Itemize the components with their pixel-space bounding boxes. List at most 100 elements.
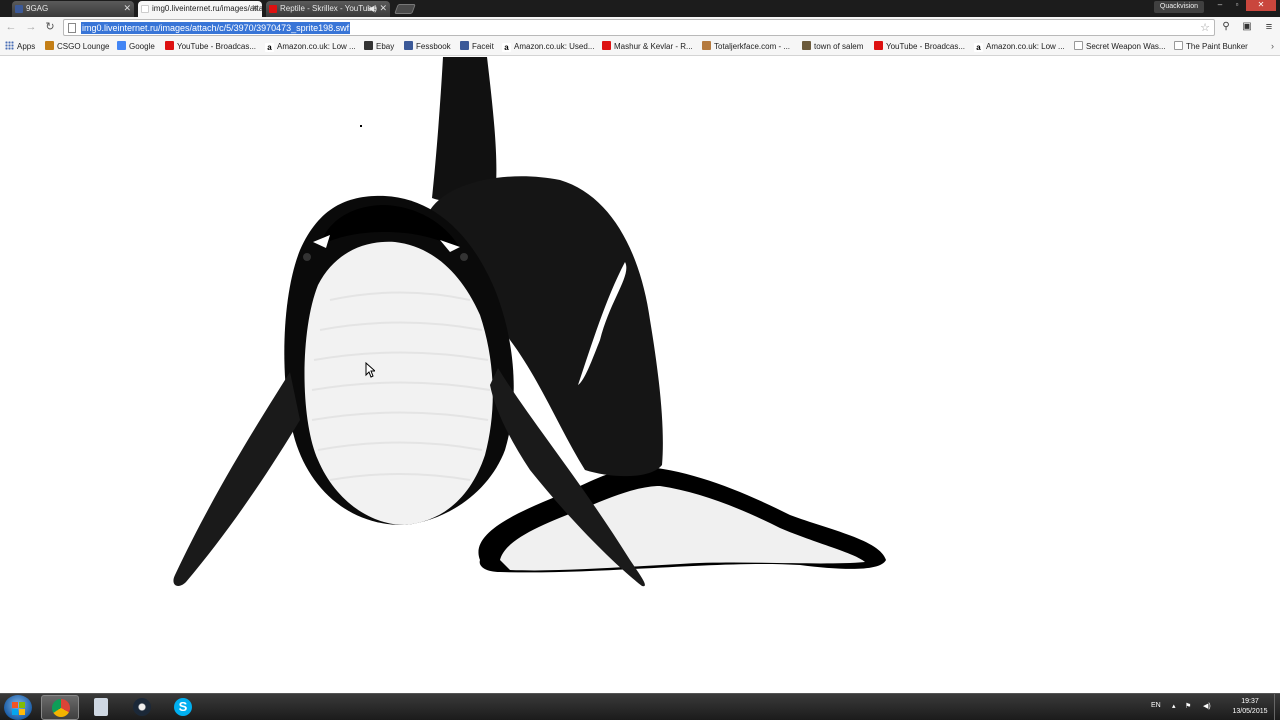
- extension-icon[interactable]: ⚲: [1219, 20, 1233, 34]
- windows-logo-icon: [19, 702, 25, 708]
- bookmark-label: town of salem: [814, 42, 864, 51]
- volume-icon[interactable]: ◀): [1203, 702, 1211, 710]
- bookmark-label: Amazon.co.uk: Used...: [514, 42, 595, 51]
- bookmark-paint-bunker[interactable]: The Paint Bunker: [1174, 41, 1248, 53]
- bookmark-label: Amazon.co.uk: Low ...: [277, 42, 356, 51]
- tab-title: img0.liveinternet.ru/images/attach/c/5/3…: [152, 4, 262, 13]
- bookmark-label: Totaljerkface.com - ...: [714, 42, 791, 51]
- forward-button[interactable]: →: [24, 20, 38, 34]
- menu-icon[interactable]: ≡: [1262, 20, 1276, 34]
- orca-sprite-image[interactable]: [0, 57, 1280, 693]
- totaljerkface-icon: [702, 41, 711, 50]
- youtube-icon: [874, 41, 883, 50]
- page-content: [0, 57, 1280, 693]
- facebook-icon: [404, 41, 413, 50]
- windows-logo-icon: [19, 709, 25, 715]
- bookmark-secret-weapon[interactable]: Secret Weapon Was...: [1074, 41, 1166, 53]
- bookmark-label: CSGO Lounge: [57, 42, 110, 51]
- bookmark-label: YouTube - Broadcas...: [177, 42, 257, 51]
- csgo-lounge-icon: [45, 41, 54, 50]
- toolbar: ← → ↻ img0.liveinternet.ru/images/attach…: [0, 17, 1280, 38]
- bookmark-label: Mashur & Kevlar - R...: [614, 42, 693, 51]
- bookmark-faceit[interactable]: Faceit: [460, 41, 494, 53]
- bookmark-label: Apps: [17, 42, 36, 51]
- bookmark-apps[interactable]: Apps: [5, 41, 35, 53]
- bookmark-label: Amazon.co.uk: Low ...: [986, 42, 1065, 51]
- bookmark-totaljerkface[interactable]: Totaljerkface.com - ...: [702, 41, 790, 53]
- bookmark-amazon-3[interactable]: a Amazon.co.uk: Low ...: [974, 41, 1065, 53]
- address-bar[interactable]: img0.liveinternet.ru/images/attach/c/5/3…: [63, 19, 1215, 36]
- tab-sprite[interactable]: img0.liveinternet.ru/images/attach/c/5/3…: [138, 1, 262, 17]
- steam-icon: [133, 698, 151, 716]
- amazon-icon: a: [502, 43, 511, 52]
- bookmark-csgo-lounge[interactable]: CSGO Lounge: [45, 41, 109, 53]
- clock-time: 19:37: [1241, 698, 1259, 705]
- chevron-right-icon[interactable]: ›: [1271, 41, 1274, 51]
- close-icon[interactable]: ✕: [251, 1, 259, 16]
- tab-strip: 9GAG ✕ img0.liveinternet.ru/images/attac…: [0, 0, 1280, 17]
- bookmark-google[interactable]: Google: [117, 41, 155, 53]
- bookmark-youtube-1[interactable]: YouTube - Broadcas...: [165, 41, 256, 53]
- maximize-button[interactable]: ▫: [1229, 0, 1245, 11]
- mouse-cursor-icon: [365, 362, 375, 378]
- taskbar-skype[interactable]: S: [164, 695, 202, 720]
- bookmark-amazon-1[interactable]: a Amazon.co.uk: Low ...: [265, 41, 356, 53]
- show-hidden-icons-icon[interactable]: ▴: [1172, 702, 1176, 710]
- town-of-salem-icon: [802, 41, 811, 50]
- action-center-flag-icon[interactable]: ⚑: [1185, 702, 1191, 710]
- apps-grid-icon: [5, 41, 14, 50]
- windows-logo-icon: [12, 709, 18, 715]
- youtube-icon: [602, 41, 611, 50]
- speaker-icon: ◀): [368, 4, 377, 13]
- start-button[interactable]: [4, 695, 32, 720]
- close-icon[interactable]: ✕: [379, 1, 387, 16]
- facebook-icon: [460, 41, 469, 50]
- cast-icon[interactable]: ▣: [1240, 20, 1254, 34]
- calculator-icon: [94, 698, 108, 716]
- reload-button[interactable]: ↻: [43, 20, 57, 34]
- blank-page-icon: [1174, 41, 1183, 50]
- tab-9gag[interactable]: 9GAG ✕: [12, 1, 134, 17]
- language-indicator[interactable]: EN: [1151, 702, 1161, 709]
- page-icon: [68, 23, 76, 33]
- clock[interactable]: 19:37 13/05/2015: [1225, 697, 1275, 717]
- bookmark-label: Google: [129, 42, 155, 51]
- youtube-icon: [165, 41, 174, 50]
- clock-date: 13/05/2015: [1232, 708, 1268, 715]
- bookmark-youtube-2[interactable]: YouTube - Broadcas...: [874, 41, 965, 53]
- back-button[interactable]: ←: [4, 20, 18, 34]
- google-icon: [117, 41, 126, 50]
- chrome-icon: [52, 699, 70, 717]
- taskbar-chrome[interactable]: [41, 695, 79, 720]
- amazon-icon: a: [974, 43, 983, 52]
- bookmark-fessbook[interactable]: Fessbook: [404, 41, 451, 53]
- windows-taskbar: S EN ▴ ⚑ ◀) 19:37 13/05/2015: [0, 693, 1280, 720]
- tab-youtube-reptile[interactable]: Reptile - Skrillex - YouTube ◀) ✕: [266, 1, 390, 17]
- blank-page-icon: [1074, 41, 1083, 50]
- new-tab-button[interactable]: [394, 4, 416, 14]
- bookmark-town-of-salem[interactable]: town of salem: [802, 41, 863, 53]
- tab-title: 9GAG: [26, 4, 49, 13]
- ebay-icon: [364, 41, 373, 50]
- bookmark-amazon-2[interactable]: a Amazon.co.uk: Used...: [502, 41, 594, 53]
- windows-logo-icon: [12, 702, 18, 708]
- blank-page-icon: [141, 5, 149, 13]
- bookmark-label: Fessbook: [416, 42, 451, 51]
- close-window-button[interactable]: ✕: [1246, 0, 1276, 11]
- bookmark-ebay[interactable]: Ebay: [364, 41, 394, 53]
- bookmark-label: YouTube - Broadcas...: [886, 42, 966, 51]
- skype-icon: S: [174, 698, 192, 716]
- url-text[interactable]: img0.liveinternet.ru/images/attach/c/5/3…: [81, 22, 351, 34]
- bookmarks-bar: Apps CSGO Lounge Google YouTube - Broadc…: [0, 38, 1280, 56]
- stray-pixel: [360, 125, 362, 127]
- bookmark-label: The Paint Bunker: [1186, 42, 1248, 51]
- facebook-icon: [15, 5, 23, 13]
- profile-button[interactable]: Quackvision: [1154, 1, 1204, 13]
- bookmark-mashur[interactable]: Mashur & Kevlar - R...: [602, 41, 693, 53]
- show-desktop-button[interactable]: [1274, 694, 1280, 720]
- taskbar-steam[interactable]: [123, 695, 161, 720]
- close-icon[interactable]: ✕: [123, 1, 131, 16]
- minimize-button[interactable]: –: [1212, 0, 1228, 11]
- bookmark-star-icon[interactable]: ☆: [1200, 21, 1210, 34]
- taskbar-calculator[interactable]: [82, 695, 120, 720]
